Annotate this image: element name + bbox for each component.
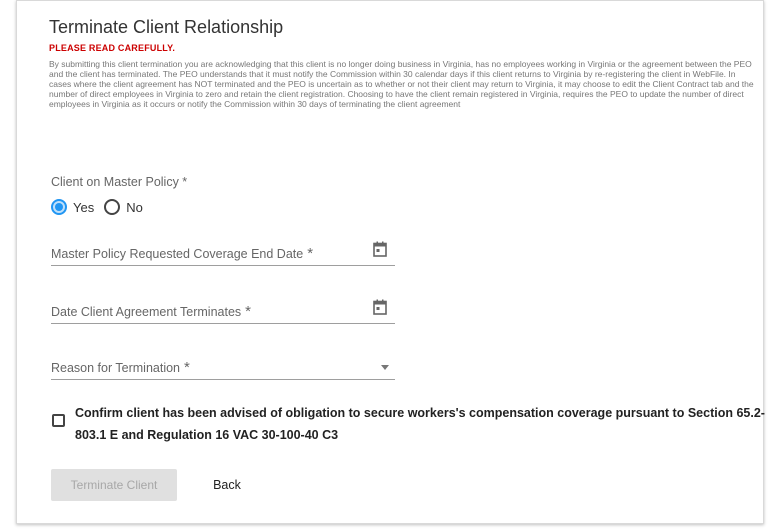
radio-no[interactable]	[104, 199, 121, 215]
back-button[interactable]: Back	[197, 469, 257, 501]
calendar-icon[interactable]	[373, 241, 387, 257]
required-mark: *	[184, 359, 190, 376]
confirm-label[interactable]: Confirm client has been advised of oblig…	[75, 402, 765, 446]
page-title: Terminate Client Relationship	[49, 17, 284, 37]
required-mark: *	[245, 303, 251, 320]
master-policy-radio-group: Yes No	[51, 199, 153, 215]
confirm-checkbox[interactable]	[52, 414, 65, 427]
agreement-terminates-label: Date Client Agreement Terminates *	[51, 303, 251, 320]
dropdown-arrow-icon[interactable]	[381, 365, 389, 370]
termination-notice: By submitting this client termination yo…	[49, 59, 754, 109]
coverage-end-date-label-text: Master Policy Requested Coverage End Dat…	[51, 247, 304, 261]
calendar-icon[interactable]	[373, 299, 387, 315]
required-mark: *	[307, 245, 314, 262]
warning-text: PLEASE READ CAREFULLY.	[49, 43, 176, 53]
master-policy-label: Client on Master Policy *	[51, 175, 188, 189]
agreement-terminates-date-field[interactable]: Date Client Agreement Terminates *	[51, 297, 395, 324]
termination-form-card: Terminate Client Relationship PLEASE REA…	[16, 0, 765, 524]
reason-label: Reason for Termination *	[51, 359, 190, 376]
terminate-client-button[interactable]: Terminate Client	[51, 469, 177, 501]
radio-yes[interactable]	[51, 199, 67, 215]
coverage-end-date-label: Master Policy Requested Coverage End Dat…	[51, 245, 313, 262]
reason-label-text: Reason for Termination	[51, 361, 181, 375]
coverage-end-date-field[interactable]: Master Policy Requested Coverage End Dat…	[51, 239, 395, 266]
reason-for-termination-select[interactable]: Reason for Termination *	[51, 353, 395, 380]
radio-dot	[55, 203, 63, 211]
agreement-terminates-label-text: Date Client Agreement Terminates	[51, 305, 242, 319]
radio-no-label[interactable]: No	[126, 200, 143, 215]
radio-yes-label[interactable]: Yes	[73, 200, 94, 215]
